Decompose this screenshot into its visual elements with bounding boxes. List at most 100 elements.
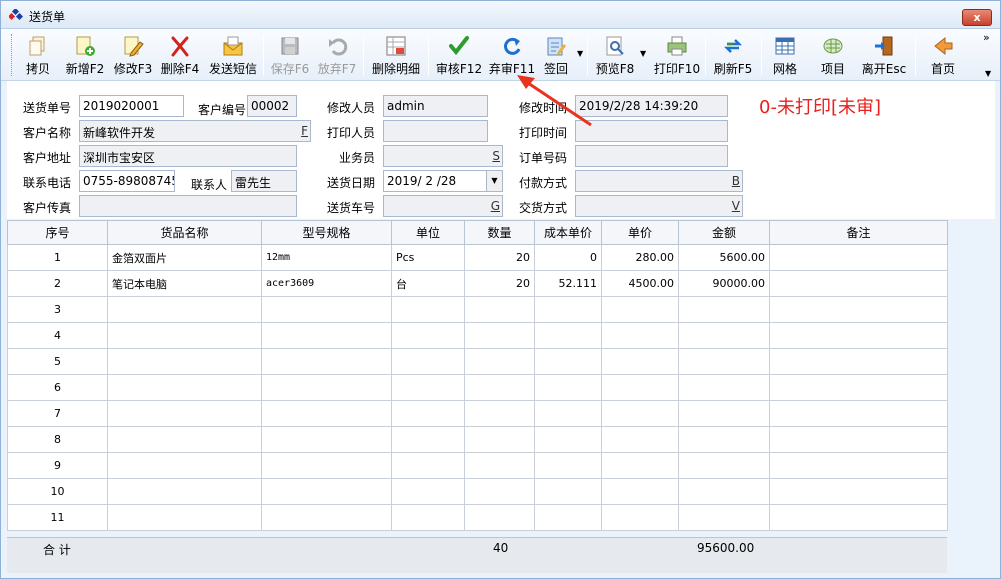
printer-field[interactable] bbox=[383, 120, 488, 142]
delivery-method-lookup-button[interactable]: V bbox=[732, 199, 740, 213]
sign-back-button[interactable]: 签回 bbox=[539, 33, 573, 77]
table-cell[interactable]: acer3609 bbox=[261, 270, 392, 297]
first-page-button[interactable]: 首页 bbox=[923, 33, 963, 77]
table-cell[interactable]: 9 bbox=[7, 452, 108, 479]
table-cell[interactable]: 0 bbox=[534, 244, 602, 271]
table-cell[interactable] bbox=[678, 348, 770, 375]
sign-dropdown-icon[interactable]: ▼ bbox=[577, 49, 583, 58]
table-cell[interactable] bbox=[261, 374, 392, 401]
table-cell[interactable] bbox=[107, 374, 262, 401]
table-cell[interactable] bbox=[261, 452, 392, 479]
table-cell[interactable] bbox=[464, 504, 535, 531]
table-cell[interactable] bbox=[464, 348, 535, 375]
table-cell[interactable] bbox=[769, 478, 948, 505]
payment-field[interactable]: B bbox=[575, 170, 743, 192]
po-field[interactable] bbox=[575, 145, 728, 167]
table-cell[interactable] bbox=[261, 322, 392, 349]
vehicle-lookup-button[interactable]: G bbox=[491, 199, 500, 213]
grid-button[interactable]: 网格 bbox=[767, 33, 803, 77]
table-cell[interactable] bbox=[769, 296, 948, 323]
table-cell[interactable] bbox=[534, 296, 602, 323]
table-cell[interactable] bbox=[107, 504, 262, 531]
table-cell[interactable]: Pcs bbox=[391, 244, 465, 271]
table-cell[interactable]: 280.00 bbox=[601, 244, 679, 271]
table-cell[interactable]: 1 bbox=[7, 244, 108, 271]
table-cell[interactable] bbox=[464, 426, 535, 453]
table-cell[interactable] bbox=[769, 270, 948, 297]
table-cell[interactable] bbox=[534, 504, 602, 531]
column-header[interactable]: 单位 bbox=[391, 220, 465, 245]
table-cell[interactable] bbox=[261, 504, 392, 531]
delete-button[interactable]: 删除F4 bbox=[158, 33, 202, 77]
column-header[interactable]: 金额 bbox=[678, 220, 770, 245]
unapprove-button[interactable]: 弃审F11 bbox=[488, 33, 536, 77]
table-cell[interactable]: 8 bbox=[7, 426, 108, 453]
table-cell[interactable] bbox=[464, 452, 535, 479]
preview-button[interactable]: 预览F8 bbox=[593, 33, 637, 77]
table-cell[interactable]: 2 bbox=[7, 270, 108, 297]
table-cell[interactable] bbox=[769, 504, 948, 531]
close-button[interactable]: x bbox=[962, 9, 992, 26]
table-cell[interactable] bbox=[601, 348, 679, 375]
table-cell[interactable] bbox=[534, 322, 602, 349]
project-button[interactable]: 项目 bbox=[815, 33, 851, 77]
table-row[interactable]: 6 bbox=[7, 374, 948, 401]
table-cell[interactable] bbox=[391, 452, 465, 479]
table-cell[interactable] bbox=[678, 400, 770, 427]
table-cell[interactable]: 7 bbox=[7, 400, 108, 427]
table-cell[interactable] bbox=[601, 478, 679, 505]
save-button[interactable]: 保存F6 bbox=[269, 33, 311, 77]
table-cell[interactable] bbox=[261, 400, 392, 427]
table-cell[interactable]: 52.111 bbox=[534, 270, 602, 297]
table-cell[interactable] bbox=[464, 374, 535, 401]
table-cell[interactable] bbox=[464, 400, 535, 427]
table-cell[interactable] bbox=[391, 504, 465, 531]
table-cell[interactable]: 笔记本电脑 bbox=[107, 270, 262, 297]
column-header[interactable]: 单价 bbox=[601, 220, 679, 245]
table-cell[interactable] bbox=[769, 348, 948, 375]
table-cell[interactable]: 6 bbox=[7, 374, 108, 401]
table-cell[interactable] bbox=[464, 322, 535, 349]
table-cell[interactable] bbox=[534, 348, 602, 375]
customer-code-field[interactable]: 00002 bbox=[247, 95, 297, 117]
table-cell[interactable] bbox=[534, 374, 602, 401]
table-cell[interactable]: 4500.00 bbox=[601, 270, 679, 297]
preview-dropdown-icon[interactable]: ▼ bbox=[640, 49, 646, 58]
table-cell[interactable]: 90000.00 bbox=[678, 270, 770, 297]
table-cell[interactable] bbox=[534, 426, 602, 453]
table-cell[interactable] bbox=[678, 374, 770, 401]
new-button[interactable]: 新增F2 bbox=[63, 33, 107, 77]
table-row[interactable]: 5 bbox=[7, 348, 948, 375]
table-cell[interactable] bbox=[261, 348, 392, 375]
vehicle-field[interactable]: G bbox=[383, 195, 503, 217]
table-cell[interactable] bbox=[107, 400, 262, 427]
table-cell[interactable]: 台 bbox=[391, 270, 465, 297]
column-header[interactable]: 货品名称 bbox=[107, 220, 262, 245]
table-cell[interactable] bbox=[261, 296, 392, 323]
table-cell[interactable] bbox=[678, 478, 770, 505]
customer-lookup-button[interactable]: F bbox=[301, 124, 308, 138]
table-cell[interactable] bbox=[678, 322, 770, 349]
column-header[interactable]: 型号规格 bbox=[261, 220, 392, 245]
table-cell[interactable] bbox=[107, 296, 262, 323]
table-cell[interactable]: 12mm bbox=[261, 244, 392, 271]
delivery-method-field[interactable]: V bbox=[575, 195, 743, 217]
edit-button[interactable]: 修改F3 bbox=[111, 33, 155, 77]
table-cell[interactable]: 4 bbox=[7, 322, 108, 349]
table-cell[interactable] bbox=[601, 322, 679, 349]
date-dropdown-icon[interactable]: ▼ bbox=[486, 171, 502, 191]
table-cell[interactable]: 11 bbox=[7, 504, 108, 531]
table-cell[interactable] bbox=[769, 244, 948, 271]
table-cell[interactable] bbox=[534, 400, 602, 427]
table-cell[interactable]: 3 bbox=[7, 296, 108, 323]
column-header[interactable]: 序号 bbox=[7, 220, 108, 245]
table-cell[interactable] bbox=[391, 400, 465, 427]
table-cell[interactable] bbox=[464, 478, 535, 505]
salesman-lookup-button[interactable]: S bbox=[492, 149, 500, 163]
delete-detail-button[interactable]: 删除明细 bbox=[369, 33, 423, 77]
approve-button[interactable]: 审核F12 bbox=[435, 33, 483, 77]
table-cell[interactable] bbox=[678, 504, 770, 531]
table-row[interactable]: 3 bbox=[7, 296, 948, 323]
delivery-date-picker[interactable]: 2019/ 2 /28 ▼ bbox=[383, 170, 503, 192]
table-cell[interactable] bbox=[769, 322, 948, 349]
